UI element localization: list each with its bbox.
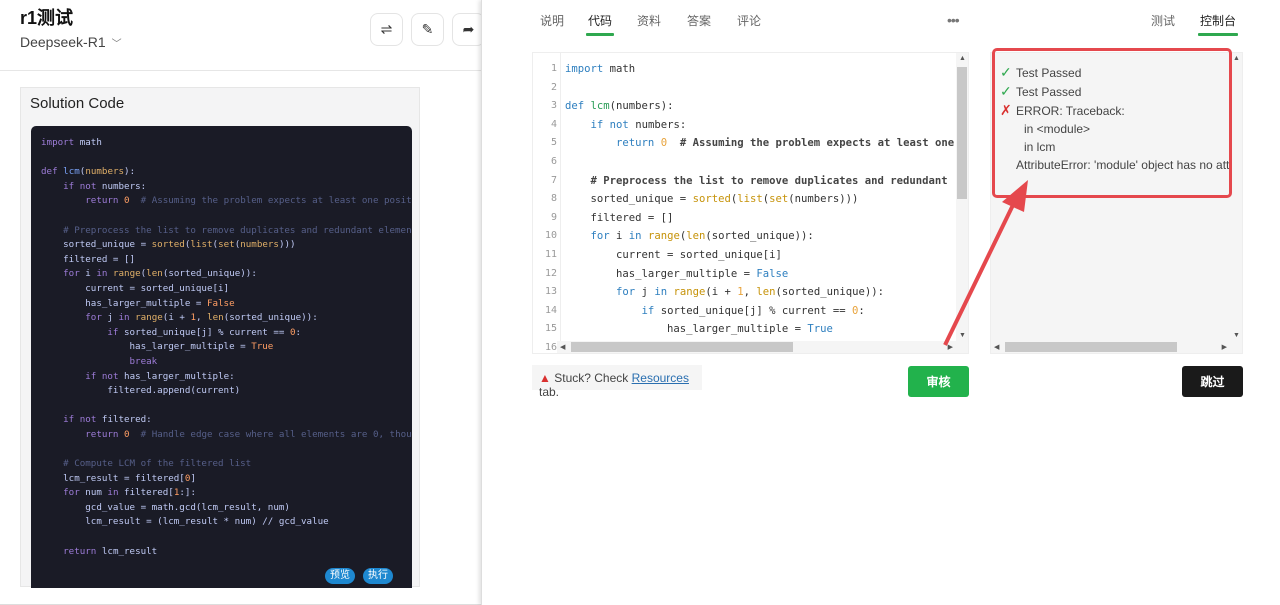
annotation-arrow	[943, 180, 1028, 346]
